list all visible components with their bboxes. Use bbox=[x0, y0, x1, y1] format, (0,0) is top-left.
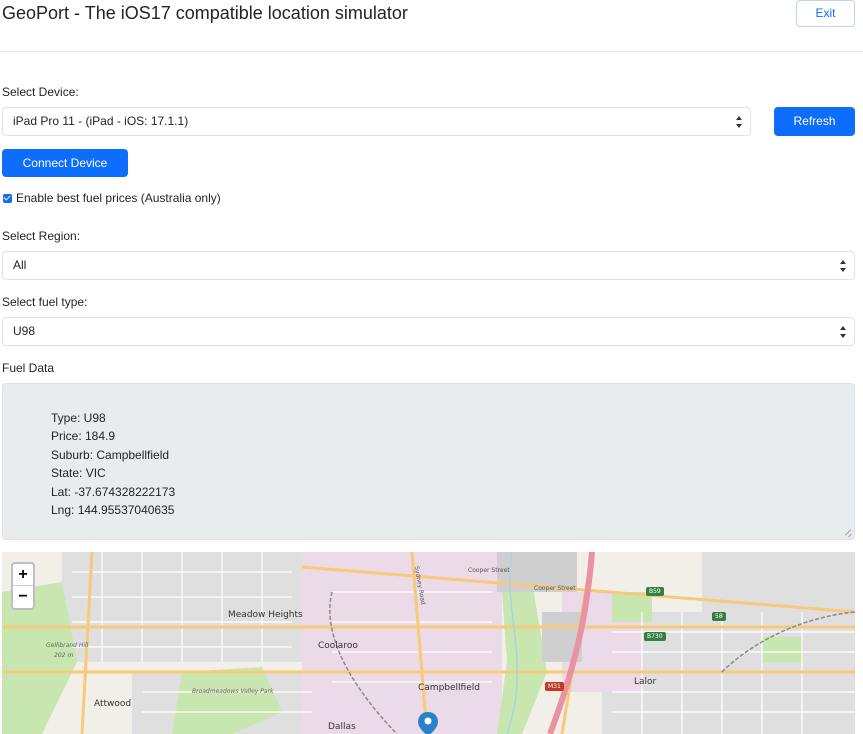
fuel-data-textarea[interactable]: Type: U98 Price: 184.9 Suburb: Campbellf… bbox=[2, 383, 855, 540]
fuel-prices-toggle[interactable]: Enable best fuel prices (Australia only) bbox=[3, 191, 221, 205]
map-place-label: Dallas bbox=[328, 722, 356, 732]
map-view[interactable]: Meadow Heights Coolaroo Campbellfield At… bbox=[2, 552, 855, 734]
fuel-type-select[interactable]: U98 bbox=[2, 317, 855, 346]
fuel-price-line: Price: 184.9 bbox=[51, 429, 116, 444]
select-caret-icon bbox=[840, 260, 846, 272]
map-zoom-control: + − bbox=[11, 562, 35, 610]
fuel-lng-line: Lng: 144.95537040635 bbox=[51, 503, 175, 518]
app-header: GeoPort - The iOS17 compatible location … bbox=[0, 0, 863, 52]
map-place-label: Broadmeadows Valley Park bbox=[192, 688, 274, 695]
fuel-data-label: Fuel Data bbox=[2, 361, 55, 375]
map-place-label: Gellibrand Hill bbox=[46, 642, 89, 649]
connect-device-button[interactable]: Connect Device bbox=[2, 149, 128, 177]
page-title: GeoPort - The iOS17 compatible location … bbox=[2, 3, 408, 23]
select-fuel-type-label: Select fuel type: bbox=[2, 295, 88, 309]
fuel-lat-line: Lat: -37.674328222173 bbox=[51, 484, 176, 499]
map-place-label: Coolaroo bbox=[318, 641, 358, 651]
road-shield: B730 bbox=[644, 632, 666, 641]
zoom-out-button[interactable]: − bbox=[13, 586, 33, 608]
fuel-type-line: Type: U98 bbox=[51, 411, 106, 425]
device-select[interactable]: iPad Pro 11 - (iPad - iOS: 17.1.1) bbox=[2, 107, 751, 136]
region-select-value: All bbox=[13, 258, 27, 272]
select-device-label: Select Device: bbox=[2, 85, 79, 99]
map-place-label: Meadow Heights bbox=[228, 610, 303, 620]
region-select[interactable]: All bbox=[2, 251, 855, 280]
refresh-button[interactable]: Refresh bbox=[774, 107, 855, 136]
select-region-label: Select Region: bbox=[2, 229, 81, 243]
fuel-prices-checkbox[interactable] bbox=[3, 193, 12, 203]
zoom-in-button[interactable]: + bbox=[13, 564, 33, 586]
map-road-label: Cooper Street bbox=[534, 585, 576, 592]
road-shield: 58 bbox=[712, 612, 726, 621]
resize-grip-icon[interactable] bbox=[844, 529, 852, 537]
road-shield: B59 bbox=[646, 587, 664, 596]
map-place-label: 202 m bbox=[54, 652, 74, 659]
select-caret-icon bbox=[840, 326, 846, 338]
exit-button[interactable]: Exit bbox=[796, 0, 855, 27]
fuel-type-select-value: U98 bbox=[13, 324, 36, 338]
map-road-label: Cooper Street bbox=[468, 567, 510, 574]
fuel-suburb-line: Suburb: Campbellfield bbox=[51, 447, 170, 462]
device-select-value: iPad Pro 11 - (iPad - iOS: 17.1.1) bbox=[13, 114, 189, 128]
fuel-data-content: Type: U98 Price: 184.9 Suburb: Campbellf… bbox=[51, 409, 175, 519]
road-shield: M31 bbox=[545, 682, 564, 691]
fuel-prices-checkbox-label: Enable best fuel prices (Australia only) bbox=[16, 191, 221, 205]
fuel-state-line: State: VIC bbox=[51, 466, 106, 481]
map-place-label: Lalor bbox=[634, 677, 657, 687]
map-place-label: Campbellfield bbox=[418, 683, 480, 693]
select-caret-icon bbox=[736, 116, 742, 128]
map-place-label: Attwood bbox=[94, 699, 132, 709]
